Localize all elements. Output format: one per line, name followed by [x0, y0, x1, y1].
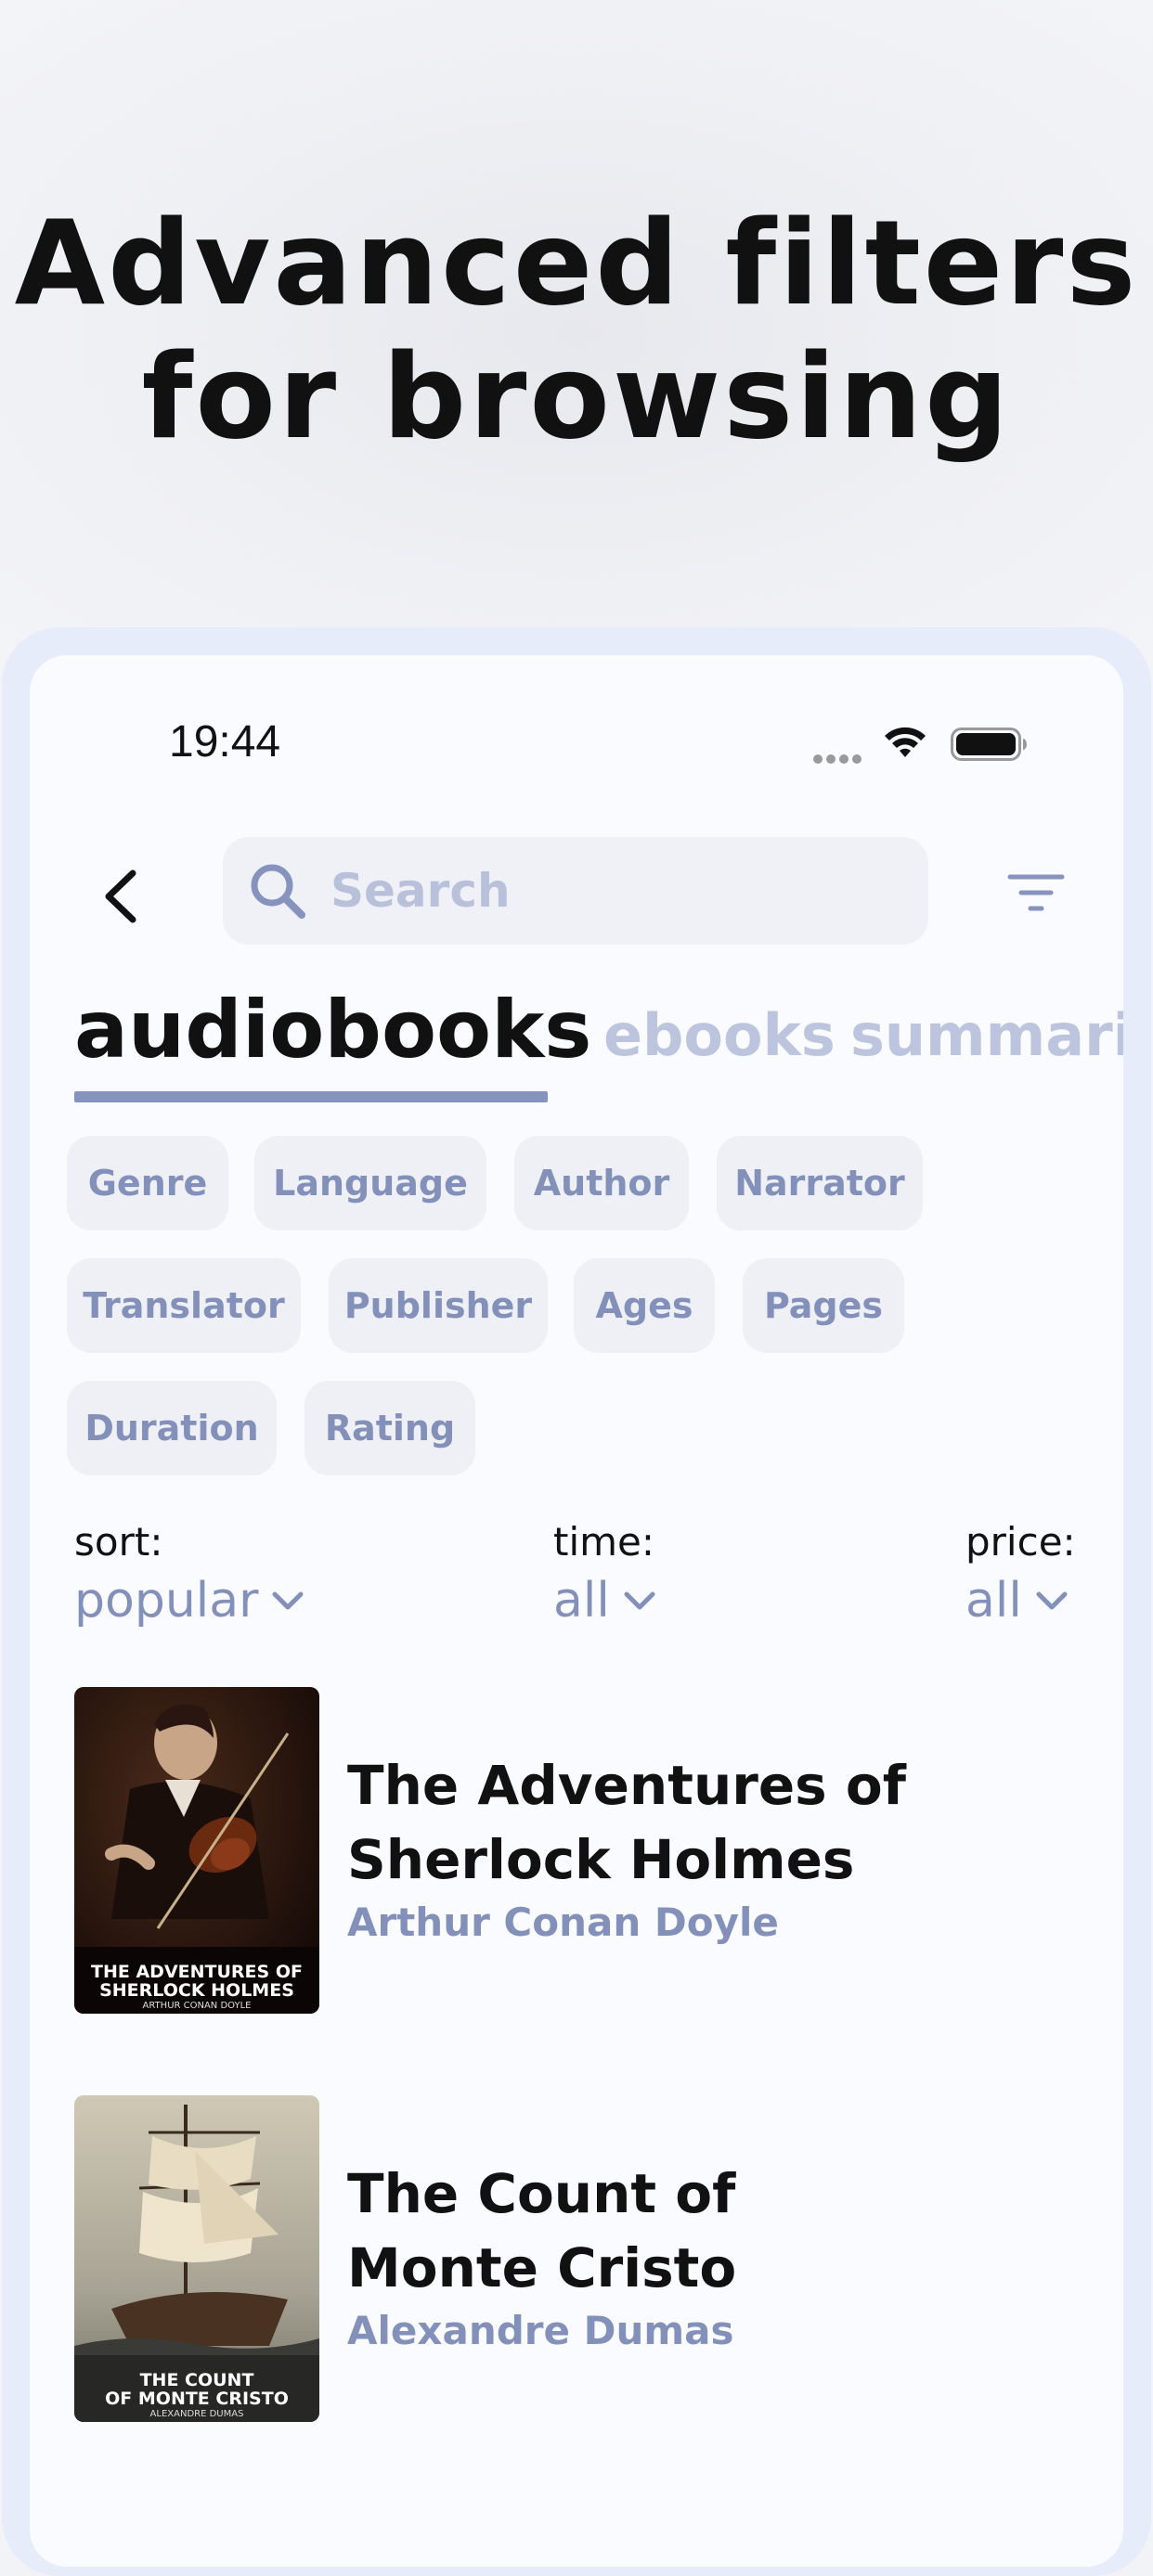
active-tab-indicator — [74, 1091, 548, 1102]
wifi-icon — [885, 727, 926, 757]
filter-button[interactable] — [1001, 857, 1071, 928]
back-button[interactable] — [84, 859, 158, 934]
search-input[interactable] — [329, 863, 889, 919]
filter-chip-rating[interactable]: Rating — [304, 1381, 475, 1475]
book-list-item[interactable]: THE ADVENTURES OF SHERLOCK HOLMES ARTHUR… — [74, 1687, 1095, 2014]
book-title-line-2: Monte Cristo — [347, 2236, 737, 2299]
tab-audiobooks[interactable]: audiobooks — [74, 984, 592, 1076]
book-author: Alexandre Dumas — [347, 2308, 734, 2353]
cover-author: ALEXANDRE DUMAS — [149, 2409, 244, 2419]
promo-headline: Advanced filters for browsing — [0, 197, 1153, 464]
book-title-line-1: The Count of — [347, 2162, 736, 2225]
filter-icon — [1007, 874, 1065, 911]
sort-control: sort: popular — [74, 1516, 304, 1633]
app-screen: 19:44 audiobooks ebooks — [30, 655, 1123, 2567]
chevron-down-icon — [1036, 1591, 1068, 1610]
filter-chip-ages[interactable]: Ages — [574, 1258, 715, 1353]
chevron-left-icon — [105, 869, 136, 923]
book-cover: THE COUNT OF MONTE CRISTO ALEXANDRE DUMA… — [74, 2095, 319, 2422]
battery-icon — [951, 728, 1027, 761]
price-control: price: all — [965, 1516, 1076, 1633]
book-cover: THE ADVENTURES OF SHERLOCK HOLMES ARTHUR… — [74, 1687, 319, 2014]
chevron-down-icon — [272, 1591, 304, 1610]
filter-chip-narrator[interactable]: Narrator — [717, 1136, 923, 1230]
search-bar[interactable] — [223, 837, 928, 945]
filter-chip-author[interactable]: Author — [514, 1136, 689, 1230]
time-value: all — [553, 1573, 610, 1629]
time-label: time: — [553, 1519, 655, 1565]
tab-ebooks[interactable]: ebooks — [603, 1001, 836, 1069]
cover-author: ARTHUR CONAN DOYLE — [142, 2001, 252, 2011]
book-author: Arthur Conan Doyle — [347, 1900, 779, 1945]
status-bar-time: 19:44 — [169, 717, 281, 766]
time-control: time: all — [553, 1516, 656, 1633]
filter-chip-duration[interactable]: Duration — [67, 1381, 277, 1475]
filter-chip-pages[interactable]: Pages — [743, 1258, 904, 1353]
price-dropdown[interactable]: all — [965, 1568, 1076, 1633]
search-icon — [251, 864, 305, 919]
tab-summaries[interactable]: summari — [850, 1001, 1123, 1069]
promo-headline-line-2: for browsing — [141, 328, 1012, 465]
sort-label: sort: — [74, 1519, 163, 1565]
book-list-item[interactable]: THE COUNT OF MONTE CRISTO ALEXANDRE DUMA… — [74, 2095, 1095, 2422]
sort-dropdown[interactable]: popular — [74, 1568, 304, 1633]
book-title-line-2: Sherlock Holmes — [347, 1828, 855, 1891]
cover-title-line-1: THE COUNT — [139, 2370, 254, 2390]
filter-chip-genre[interactable]: Genre — [67, 1136, 228, 1230]
chevron-down-icon — [624, 1591, 655, 1610]
cover-title-line-2: SHERLOCK HOLMES — [99, 1980, 294, 2001]
filter-chip-publisher[interactable]: Publisher — [329, 1258, 548, 1353]
price-value: all — [965, 1573, 1022, 1629]
cover-title-line-1: THE ADVENTURES OF — [91, 1962, 303, 1982]
content-type-tabs: audiobooks ebooks summari — [74, 980, 1123, 1110]
promo-headline-line-1: Advanced filters — [14, 195, 1139, 331]
cover-title-line-2: OF MONTE CRISTO — [105, 2389, 289, 2409]
price-label: price: — [965, 1519, 1076, 1565]
cellular-signal-icon — [813, 750, 869, 764]
filter-chip-language[interactable]: Language — [254, 1136, 486, 1230]
book-title-line-1: The Adventures of — [347, 1754, 906, 1817]
time-dropdown[interactable]: all — [553, 1568, 656, 1633]
sort-value: popular — [74, 1573, 259, 1629]
filter-chip-translator[interactable]: Translator — [67, 1258, 301, 1353]
